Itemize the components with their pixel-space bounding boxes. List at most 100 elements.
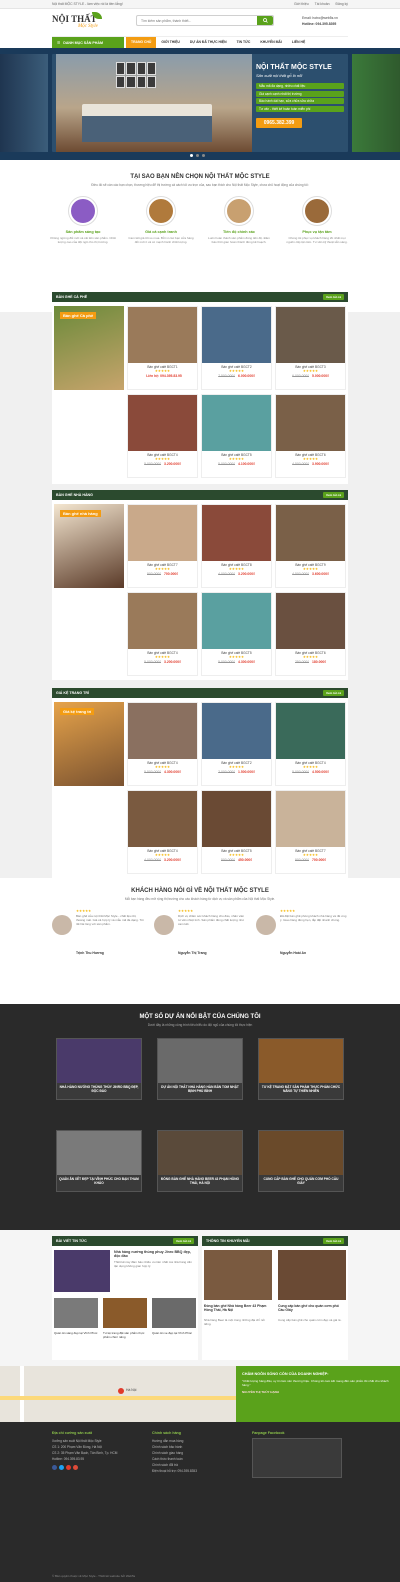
news-thumb[interactable]: [103, 1298, 147, 1328]
product-card[interactable]: Bàn ghế café BGCT7 ★★★★★ 900.000₫ 700.000₫: [127, 504, 198, 588]
hero-bullets: Mẫu mã đa dạng, nhiều chất liệu Giá cạnh…: [256, 83, 344, 112]
view-all-button[interactable]: Xem tất cả: [322, 492, 344, 498]
header-hotline[interactable]: Hotline: 094.395.8395: [302, 21, 338, 27]
product-card[interactable]: Bàn ghế café BGCT2 ★★★★★ 7.500.000₫ 6.000.0…: [201, 306, 272, 390]
topbar-link-account[interactable]: Tài khoản: [315, 2, 330, 6]
project-title[interactable]: DỰ ÁN NỘI THẤT NHÀ HÀNG HÀN BÂN TOM NHẬT…: [158, 1083, 242, 1095]
project-title[interactable]: ĐÓNG BÀN GHẾ NHÀ HÀNG BEER 43 PHẠM HỒNG …: [158, 1175, 242, 1187]
nav-item-about[interactable]: GIỚI THIỆU: [156, 37, 185, 48]
old-price: 4.000.000₫: [218, 572, 235, 576]
view-all-button[interactable]: Xem tất cả: [172, 1238, 194, 1244]
project-card[interactable]: CUNG CẤP BÀN GHẾ CHO QUÁN CƠM PHỐ CẦU GI…: [258, 1130, 344, 1192]
slider-dot[interactable]: [202, 154, 205, 157]
product-card[interactable]: Bàn ghế café BGCT9 ★★★★★ 4.500.000₫ 3.600.0…: [275, 504, 346, 588]
section-banner[interactable]: Bàn ghế Cà phê: [54, 306, 124, 390]
old-price: 500.000₫: [221, 858, 235, 862]
promo-image[interactable]: [278, 1250, 346, 1300]
section-banner[interactable]: Giá kệ trang trí: [54, 702, 124, 786]
product-card[interactable]: Bàn ghế café BGCT5 ★★★★★ 5.000.000₫ 4.300.0…: [201, 592, 272, 676]
product-card[interactable]: Bàn ghế café BGCT3 ★★★★★ 6.000.000₫ 5.000.0…: [275, 306, 346, 390]
google-plus-icon[interactable]: [73, 1465, 78, 1470]
topbar-link-about[interactable]: Giới thiệu: [294, 2, 309, 6]
product-card[interactable]: Bàn ghế café BGCT8 ★★★★★ 4.000.000₫ 3.200.0…: [201, 504, 272, 588]
footer-heading: Fanpage Facebook: [252, 1431, 285, 1435]
hero-phone-button[interactable]: 0965.382.399: [256, 117, 302, 128]
topbar-links: Giới thiệu Tài khoản Đăng ký: [294, 2, 348, 6]
product-card[interactable]: Bàn ghế café BGCT5 ★★★★★ 500.000₫ 450.000₫: [201, 790, 272, 874]
nav-item-promo[interactable]: KHUYẾN MÃI: [255, 37, 286, 48]
footer-heading: Chính sách hàng: [152, 1431, 181, 1435]
product-card[interactable]: Bàn ghế café BGCT2 ★★★★★ 2.000.000₫ 1.500.0…: [201, 702, 272, 786]
product-card[interactable]: Bàn ghế café BGCT6 ★★★★★ 4.500.000₫ 3.900.0…: [275, 394, 346, 478]
hero-slide[interactable]: NỘI THẤT MỘC STYLE Sản xuất nội thất gỗ …: [52, 54, 348, 152]
reason-item: Tiến độ chính xác Luôn hoàn thành sản phẩ…: [206, 197, 272, 244]
product-card[interactable]: Bàn ghế café BGCT4 ★★★★★ 5.000.000₫ 3.200.0…: [127, 592, 198, 676]
view-all-button[interactable]: Xem tất cả: [322, 690, 344, 696]
nav-items: TRANG CHỦ GIỚI THIỆU DỰ ÁN ĐÃ THỰC HIỆN …: [126, 37, 310, 48]
nav-item-news[interactable]: TIN TỨC: [232, 37, 256, 48]
project-title[interactable]: TƯ KỆ TRANG ĐẶT SẢN PHẨM THỰC PHẨM CHỨC …: [259, 1083, 343, 1095]
view-all-button[interactable]: Xem tất cả: [322, 1238, 344, 1244]
new-price: 5.000.000₫: [312, 374, 329, 378]
hero-next-slide[interactable]: [352, 54, 400, 152]
product-image: [202, 505, 271, 561]
product-card[interactable]: Bàn ghế café BGCT4 ★★★★★ 5.500.000₫ 4.300.0…: [127, 702, 198, 786]
news-thumb[interactable]: [152, 1298, 196, 1328]
news-thumb-title[interactable]: Quán ăn xe đẹp tại Vĩnh Phúc: [152, 1331, 196, 1335]
project-title[interactable]: CUNG CẤP BÀN GHẾ CHO QUÁN CƠM PHỐ CẦU GI…: [259, 1175, 343, 1187]
hero-title: NỘI THẤT MỘC STYLE: [256, 64, 332, 71]
news-thumb[interactable]: [54, 1298, 98, 1328]
promo-item-title[interactable]: Đóng bàn ghế Nhà hàng Beer 43 Phạm Hồng …: [204, 1304, 272, 1312]
product-price: 5.000.000₫ 3.200.000₫: [128, 462, 197, 466]
product-card[interactable]: Bàn ghế café BGCT4 ★★★★★ 4.000.000₫ 3.200.0…: [127, 790, 198, 874]
youtube-icon[interactable]: [66, 1465, 71, 1470]
footer: Địa chỉ xưởng sản xuất Xưởng sản xuất Nộ…: [0, 1422, 400, 1582]
slider-dot[interactable]: [190, 154, 193, 157]
product-card[interactable]: Bàn ghế café BGCT4 ★★★★★ 5.000.000₫ 3.200.0…: [127, 394, 198, 478]
project-title[interactable]: QUÁN ĂN XẾT ĐẸP TẠI VĨNH PHÚC CHO BẠN TH…: [57, 1175, 141, 1187]
section-banner[interactable]: Bàn ghế nhà hàng: [54, 504, 124, 588]
hero-prev-slide[interactable]: [0, 54, 48, 152]
news-thumb-title[interactable]: Tư kệ trang đặt sản phẩm thực phẩm chức …: [103, 1331, 147, 1339]
twitter-icon[interactable]: [59, 1465, 64, 1470]
search-button[interactable]: [257, 16, 273, 25]
project-title[interactable]: NHÀ HÀNG NƯỚNG THÙNG THÙY JINRO BBQ ĐẸP,…: [57, 1083, 141, 1095]
nav-item-projects[interactable]: DỰ ÁN ĐÃ THỰC HIỆN: [185, 37, 232, 48]
map[interactable]: Hà Nội: [0, 1366, 236, 1422]
view-all-button[interactable]: Xem tất cả: [322, 294, 344, 300]
rating-stars: ★★★★★: [154, 765, 171, 769]
hero-bullet: Tư vấn - thiết kế hoàn toàn miễn phí: [256, 105, 344, 112]
logo[interactable]: NỘI THẤT Mộc Style: [52, 12, 116, 34]
product-image: [128, 703, 197, 759]
nav-item-contact[interactable]: LIÊN HỆ: [287, 37, 310, 48]
product-image: [202, 703, 271, 759]
product-card[interactable]: Bàn ghế café BGCT4 ★★★★★ 5.000.000₫ 4.500.0…: [275, 702, 346, 786]
product-card[interactable]: Bàn ghế café BGCT1 ★★★★★ Liên hệ: 094.395.…: [127, 306, 198, 390]
product-card[interactable]: Bàn ghế café BGCT5 ★★★★★ 5.000.000₫ 4.100.0…: [201, 394, 272, 478]
facebook-icon[interactable]: [52, 1465, 57, 1470]
promo-image[interactable]: [204, 1250, 272, 1300]
news-main-title[interactable]: Nhà hàng nướng thùng phuy Jinro BBQ đẹp,…: [114, 1250, 196, 1258]
search-input[interactable]: [137, 16, 247, 25]
project-card[interactable]: NHÀ HÀNG NƯỚNG THÙNG THÙY JINRO BBQ ĐẸP,…: [56, 1038, 142, 1100]
promo-item-title[interactable]: Cung cấp bàn ghế cho quán cơm phố Cầu Gi…: [278, 1304, 346, 1312]
bed-blanket: [82, 116, 212, 142]
footer-link[interactable]: Điện thoại hỗ trợ: 094.395.8353: [152, 1468, 242, 1474]
product-card[interactable]: Bàn ghế café BGCT7 ★★★★★ 900.000₫ 700.000₫: [275, 790, 346, 874]
topbar-link-register[interactable]: Đăng ký: [336, 2, 348, 6]
product-image: [128, 395, 197, 451]
nav-item-home[interactable]: TRANG CHỦ: [126, 37, 157, 48]
slider-dot[interactable]: [196, 154, 199, 157]
project-card[interactable]: TƯ KỆ TRANG ĐẶT SẢN PHẨM THỰC PHẨM CHỨC …: [258, 1038, 344, 1100]
project-card[interactable]: ĐÓNG BÀN GHẾ NHÀ HÀNG BEER 43 PHẠM HỒNG …: [157, 1130, 243, 1192]
banner-title: Bàn ghế nhà hàng: [60, 510, 101, 517]
fanpage-widget[interactable]: [252, 1438, 342, 1478]
header: NỘI THẤT Mộc Style Email: hotro@web5s.vn…: [0, 9, 400, 35]
news-thumb-title[interactable]: Quán ăn sáng đẹp tại Vĩnh Phúc: [54, 1331, 98, 1335]
news-main-image[interactable]: [54, 1250, 110, 1292]
product-card[interactable]: Bàn ghế café BGCT6 ★★★★★ 250.000₫ 180.000₫: [275, 592, 346, 676]
news-main-desc: Thiết kế này đảm bảo nhiều ưu tiên nhất …: [114, 1260, 192, 1268]
category-menu-button[interactable]: ☰ DANH MỤC SẢN PHẨM: [52, 37, 124, 48]
project-card[interactable]: DỰ ÁN NỘI THẤT NHÀ HÀNG HÀN BÂN TOM NHẬT…: [157, 1038, 243, 1100]
project-card[interactable]: QUÁN ĂN XẾT ĐẸP TẠI VĨNH PHÚC CHO BẠN TH…: [56, 1130, 142, 1192]
